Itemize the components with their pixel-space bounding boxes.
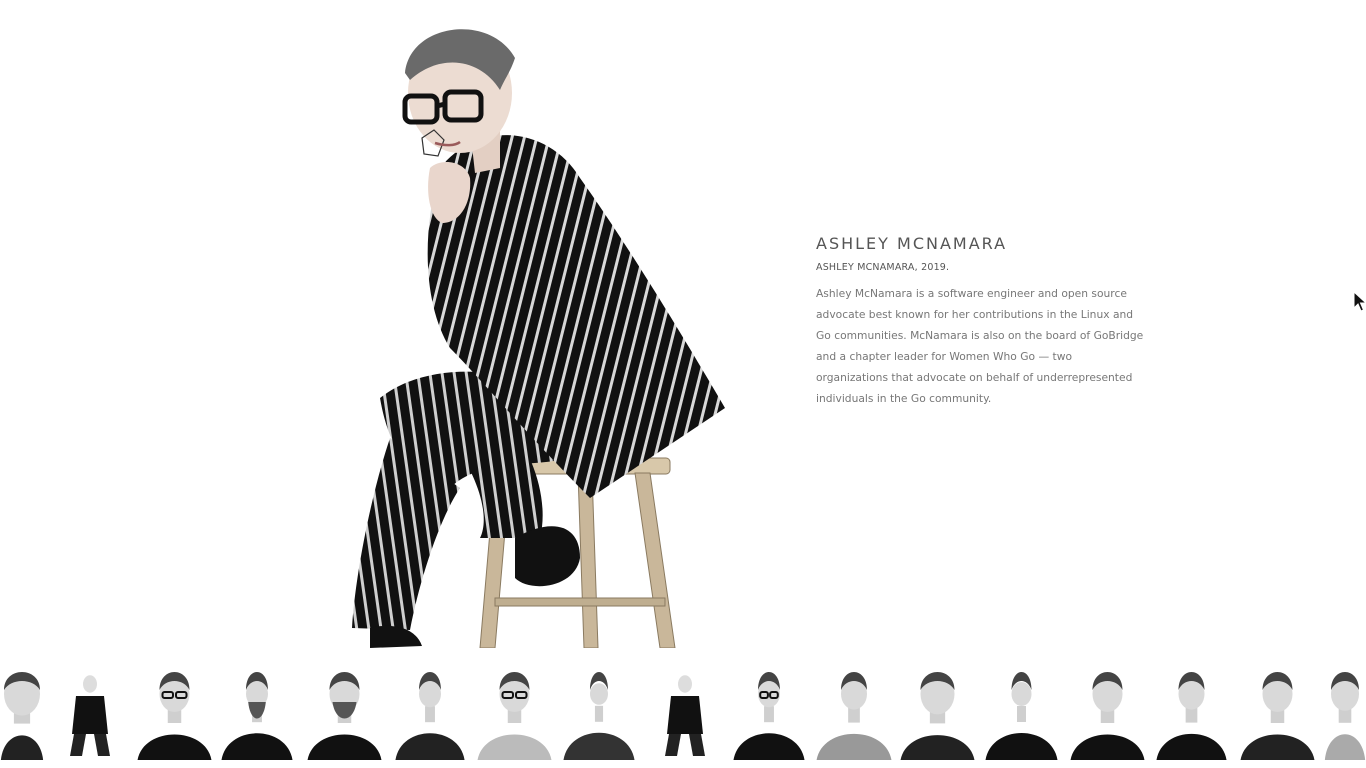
portrait-photo xyxy=(900,672,975,760)
thumb-17[interactable] xyxy=(1324,664,1366,760)
thumb-9[interactable] xyxy=(648,664,722,760)
portrait-photo xyxy=(221,672,293,760)
portrait-photo xyxy=(816,672,892,760)
portrait-credit-line: ASHLEY MCNAMARA, 2019. xyxy=(816,262,950,273)
thumb-8[interactable] xyxy=(562,664,636,760)
featured-portrait-photo xyxy=(352,29,725,648)
portrait-photo xyxy=(1070,672,1145,760)
portrait-photo xyxy=(0,672,44,760)
thumb-1[interactable] xyxy=(0,664,44,760)
thumb-12[interactable] xyxy=(899,664,976,760)
portrait-photo xyxy=(70,675,110,756)
thumb-3[interactable] xyxy=(136,664,213,760)
thumb-4[interactable] xyxy=(220,664,294,760)
thumb-15[interactable] xyxy=(1155,664,1228,760)
portrait-photo xyxy=(665,675,705,756)
portrait-photo xyxy=(395,672,465,760)
portrait-photo xyxy=(1240,672,1315,760)
portrait-photo xyxy=(137,672,212,760)
portrait-bio-text: Ashley McNamara is a software engineer a… xyxy=(816,287,1144,405)
portrait-photo xyxy=(733,672,805,760)
portrait-photo xyxy=(307,672,382,760)
thumb-6[interactable] xyxy=(394,664,466,760)
thumb-5[interactable] xyxy=(306,664,383,760)
thumb-13[interactable] xyxy=(984,664,1059,760)
thumb-11[interactable] xyxy=(815,664,893,760)
thumb-14[interactable] xyxy=(1069,664,1146,760)
portrait-photo xyxy=(985,672,1058,760)
thumb-16[interactable] xyxy=(1239,664,1316,760)
portrait-thumbnail-strip xyxy=(0,662,1366,768)
portrait-photo xyxy=(1156,672,1227,760)
gallery-page: ASHLEY MCNAMARA ASHLEY MCNAMARA, 2019. A… xyxy=(0,0,1366,768)
thumb-2[interactable] xyxy=(52,664,128,760)
portrait-photo xyxy=(563,672,635,760)
thumb-10[interactable] xyxy=(732,664,806,760)
portrait-photo xyxy=(1324,672,1366,760)
portrait-info-panel: ASHLEY MCNAMARA ASHLEY MCNAMARA, 2019. A… xyxy=(816,233,1146,409)
thumb-7[interactable] xyxy=(476,664,553,760)
mouse-pointer-icon xyxy=(1353,291,1366,312)
portrait-photo xyxy=(477,672,552,760)
portrait-name-heading: ASHLEY MCNAMARA xyxy=(816,234,1008,253)
